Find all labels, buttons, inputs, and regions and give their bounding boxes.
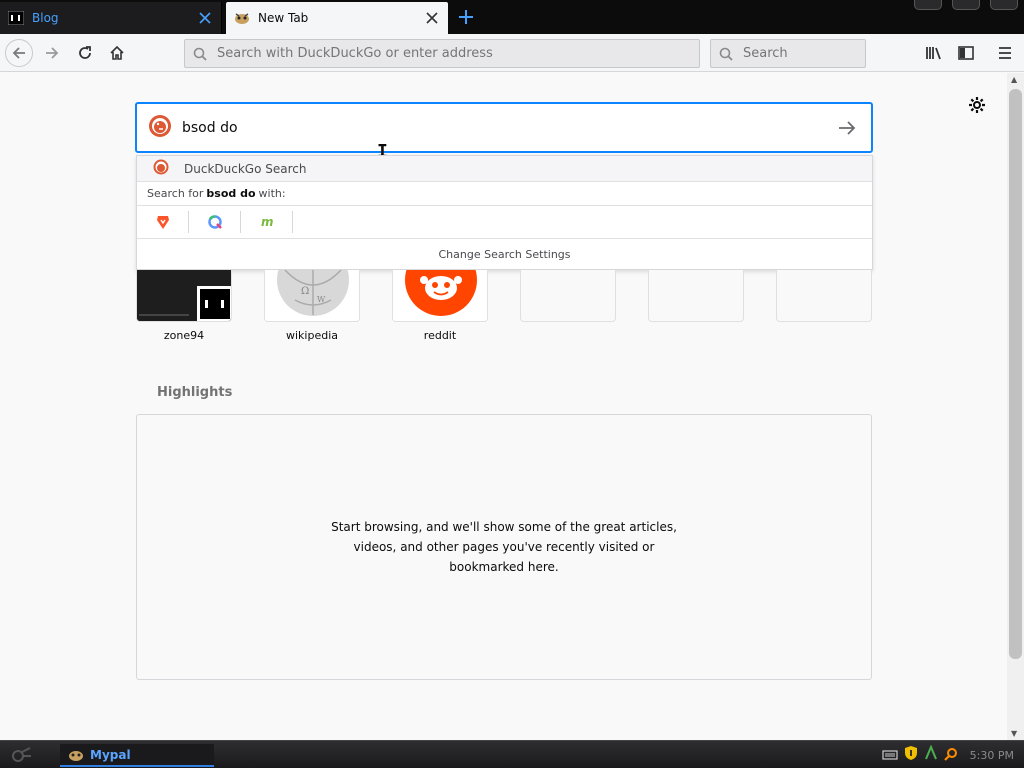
duckduckgo-logo-icon: [148, 114, 172, 142]
search-input[interactable]: [743, 46, 865, 61]
sidebar-button[interactable]: [952, 39, 980, 67]
reload-icon: [79, 46, 91, 59]
url-input[interactable]: [217, 46, 699, 61]
arrow-right-icon: [839, 120, 856, 135]
zone94-thumbnail: [137, 270, 231, 321]
vertical-scrollbar[interactable]: ▲ ▼: [1007, 73, 1024, 740]
new-tab-page: bsod do I DuckDuckGo Search Search for b…: [0, 73, 1007, 740]
close-window-button[interactable]: [990, 0, 1018, 10]
mypal-favicon-icon: [234, 10, 250, 26]
tab-strip: Blog New Tab: [0, 0, 1024, 34]
taskbar-item-mypal[interactable]: Mypal: [60, 744, 214, 767]
svg-text:m: m: [261, 215, 274, 229]
top-site-label: reddit: [423, 329, 457, 342]
tab-blog[interactable]: Blog: [0, 2, 222, 34]
scrollbar-thumb[interactable]: [1009, 89, 1022, 659]
tab-new-tab[interactable]: New Tab: [226, 2, 448, 34]
back-button[interactable]: [5, 39, 33, 67]
search-query-text[interactable]: bsod do: [182, 120, 835, 136]
start-menu-icon: [12, 747, 31, 762]
engine-brave-button[interactable]: [137, 211, 189, 233]
network-icon[interactable]: [924, 744, 938, 765]
forward-button[interactable]: [38, 39, 66, 67]
window-controls: [914, 0, 1018, 10]
back-arrow-icon: [12, 47, 25, 59]
library-icon: [926, 47, 941, 60]
library-button[interactable]: [920, 39, 948, 67]
start-button[interactable]: [6, 745, 36, 765]
new-tab-button[interactable]: [456, 6, 476, 28]
svg-text:Ω: Ω: [301, 286, 309, 297]
search-box[interactable]: bsod do: [135, 102, 873, 153]
search-icon: [193, 47, 209, 61]
forward-arrow-icon: [46, 47, 59, 59]
highlights-heading[interactable]: Highlights: [157, 385, 232, 400]
menu-button[interactable]: [991, 39, 1019, 67]
taskbar: Mypal 5:30 PM: [0, 740, 1024, 768]
search-go-button[interactable]: [835, 116, 859, 140]
change-search-settings-button[interactable]: Change Search Settings: [137, 239, 872, 270]
top-site-tile-zone94[interactable]: [136, 270, 232, 322]
search-for-term: bsod do: [206, 187, 256, 200]
home-button[interactable]: [103, 39, 131, 67]
tab-title: New Tab: [258, 11, 309, 25]
mojeek-icon: m: [261, 215, 274, 229]
top-site-label: zone94: [163, 329, 205, 342]
security-shield-icon[interactable]: [904, 745, 918, 765]
keyboard-icon[interactable]: [882, 746, 898, 765]
top-site-tile-wikipedia[interactable]: Ω W: [264, 270, 360, 322]
taskbar-item-label: Mypal: [90, 747, 131, 762]
svg-text:W: W: [317, 295, 326, 304]
tab-title: Blog: [32, 11, 59, 25]
suggestion-label: DuckDuckGo Search: [184, 161, 307, 176]
highlights-empty-state: Start browsing, and we'll show some of t…: [136, 414, 872, 680]
search-for-prefix: Search for: [147, 187, 204, 200]
search-engines-row: m: [137, 206, 872, 239]
top-site-tile-empty: [776, 270, 872, 322]
search-for-suffix: with:: [258, 187, 286, 200]
search-icon: [719, 47, 735, 61]
hamburger-menu-icon: [999, 47, 1011, 59]
engine-qwant-button[interactable]: [189, 211, 241, 233]
home-icon: [110, 45, 124, 60]
search-tray-icon[interactable]: [943, 746, 958, 765]
reload-button[interactable]: [71, 39, 99, 67]
close-tab-icon[interactable]: [422, 8, 442, 28]
system-tray: 5:30 PM: [882, 744, 1014, 765]
navigation-bar: [0, 34, 1024, 72]
clock[interactable]: 5:30 PM: [970, 749, 1014, 762]
top-site-tile-empty: [520, 270, 616, 322]
scroll-up-icon[interactable]: ▲: [1011, 75, 1017, 84]
engine-mojeek-button[interactable]: m: [241, 211, 293, 233]
blog-favicon-icon: [8, 10, 24, 26]
minimize-button[interactable]: [914, 0, 942, 10]
close-tab-icon[interactable]: [195, 8, 215, 28]
search-suggestions-dropdown: DuckDuckGo Search Search for bsod do wit…: [136, 155, 873, 270]
top-site-tile-reddit[interactable]: [392, 270, 488, 322]
gear-icon: [969, 97, 985, 113]
top-site-label: wikipedia: [285, 329, 338, 342]
scroll-down-icon[interactable]: ▼: [1011, 729, 1017, 738]
url-bar[interactable]: [184, 39, 700, 68]
top-site-tile-empty: [648, 270, 744, 322]
duckduckgo-logo-icon: [153, 159, 169, 178]
search-bar[interactable]: [710, 39, 866, 68]
brave-icon: [156, 216, 169, 229]
plus-icon: [459, 10, 473, 24]
maximize-button[interactable]: [952, 0, 980, 10]
highlights-message: Start browsing, and we'll show some of t…: [331, 520, 677, 574]
mypal-app-icon: [68, 748, 84, 762]
sidebar-icon: [958, 46, 974, 60]
wikipedia-globe-icon: Ω W: [265, 270, 359, 321]
page-settings-button[interactable]: [966, 94, 988, 116]
qwant-icon: [207, 215, 222, 229]
reddit-icon: [393, 270, 487, 321]
suggestion-item[interactable]: DuckDuckGo Search: [137, 156, 872, 182]
search-for-line: Search for bsod do with:: [137, 182, 872, 206]
